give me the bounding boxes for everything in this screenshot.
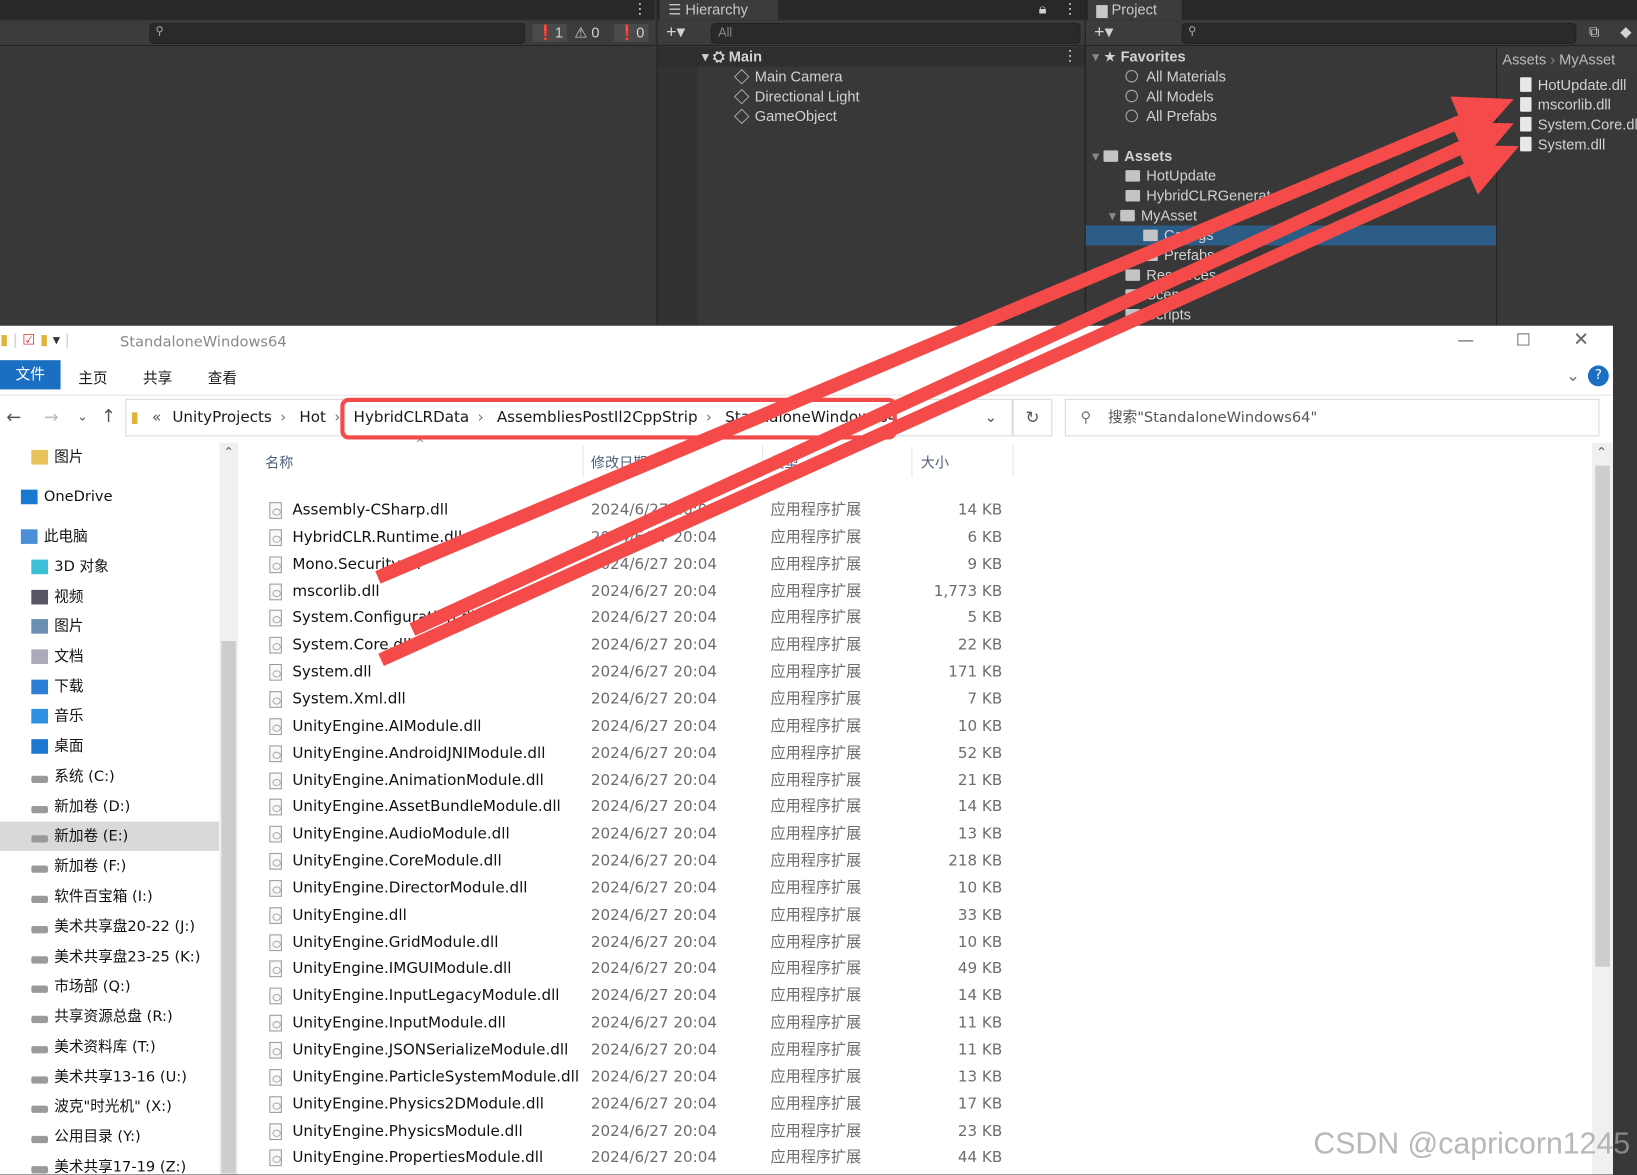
annotation-arrow-shaft bbox=[375, 115, 1464, 584]
address-highlight-box bbox=[340, 397, 897, 440]
annotation-overlay bbox=[340, 96, 1520, 666]
annotation-arrow-shaft bbox=[378, 163, 1470, 666]
annotation-arrow-shaft bbox=[409, 141, 1465, 636]
watermark: CSDN @capricorn1245 bbox=[1313, 1127, 1631, 1161]
